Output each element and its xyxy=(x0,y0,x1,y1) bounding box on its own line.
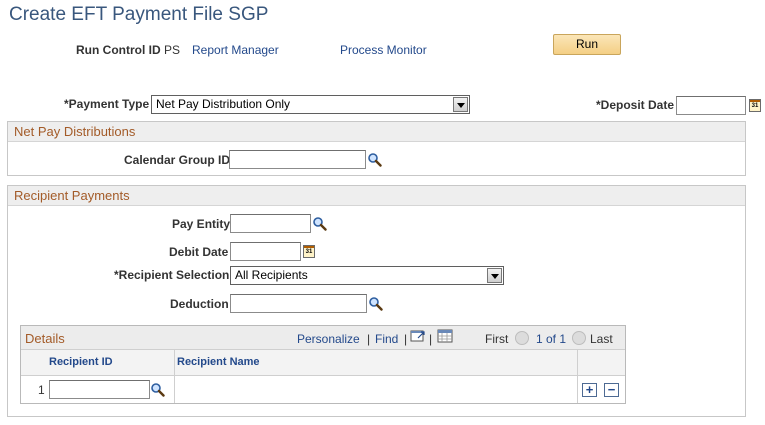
payment-type-label: *Payment Type xyxy=(64,97,150,111)
column-divider xyxy=(174,350,175,376)
column-divider xyxy=(577,376,578,403)
run-control-value: PS xyxy=(164,43,181,57)
deduction-label: Deduction xyxy=(170,297,229,311)
details-grid-header: Details Personalize | Find | | First 1 o… xyxy=(21,326,625,350)
deposit-date-field[interactable] xyxy=(676,96,746,115)
chevron-down-icon[interactable] xyxy=(453,97,468,112)
personalize-link[interactable]: Personalize xyxy=(297,332,360,346)
recipient-selection-value: All Recipients xyxy=(235,268,308,282)
previous-icon[interactable] xyxy=(515,331,529,345)
column-recipient-id[interactable]: Recipient ID xyxy=(49,356,113,368)
separator: | xyxy=(367,332,371,346)
calendar-group-label: Calendar Group ID xyxy=(124,153,231,167)
search-icon[interactable] xyxy=(367,152,382,167)
chevron-down-icon[interactable] xyxy=(487,268,502,283)
details-title: Details xyxy=(25,331,65,346)
first-label: First xyxy=(485,332,509,346)
column-recipient-name[interactable]: Recipient Name xyxy=(177,356,260,368)
delete-row-button[interactable]: − xyxy=(604,383,619,397)
recipient-id-field[interactable] xyxy=(49,380,150,399)
payment-type-select[interactable]: Net Pay Distribution Only xyxy=(151,95,470,114)
row-number: 1 xyxy=(38,383,45,397)
debit-date-field[interactable] xyxy=(230,242,301,261)
payment-type-value: Net Pay Distribution Only xyxy=(156,97,291,111)
grid-download-icon[interactable] xyxy=(437,329,453,343)
column-divider xyxy=(577,350,578,376)
details-grid: Details Personalize | Find | | First 1 o… xyxy=(20,325,626,404)
page-title: Create EFT Payment File SGP xyxy=(9,4,269,25)
deduction-field[interactable] xyxy=(230,294,367,313)
recipient-selection-label: *Recipient Selection xyxy=(114,268,230,282)
next-icon[interactable] xyxy=(572,331,586,345)
recipient-selection-select[interactable]: All Recipients xyxy=(230,266,504,285)
calendar-icon[interactable]: 31 xyxy=(303,245,315,258)
find-link[interactable]: Find xyxy=(375,332,398,346)
search-icon[interactable] xyxy=(312,216,327,231)
view-all-icon[interactable] xyxy=(410,329,426,343)
separator: | xyxy=(404,332,408,346)
calendar-icon[interactable]: 31 xyxy=(749,99,761,112)
recipient-header: Recipient Payments xyxy=(8,186,745,206)
debit-date-label: Debit Date xyxy=(169,245,229,259)
search-icon[interactable] xyxy=(150,382,165,397)
column-divider xyxy=(174,376,175,403)
last-label: Last xyxy=(590,332,613,346)
search-icon[interactable] xyxy=(368,296,383,311)
details-column-headers: Recipient ID Recipient Name xyxy=(21,350,625,376)
add-row-button[interactable]: + xyxy=(582,383,597,397)
row-range: 1 of 1 xyxy=(536,332,567,346)
pay-entity-field[interactable] xyxy=(230,214,311,233)
calendar-group-field[interactable] xyxy=(229,150,366,169)
net-pay-section: Net Pay Distributions xyxy=(7,121,746,176)
net-pay-header: Net Pay Distributions xyxy=(8,122,745,142)
deposit-date-label: *Deposit Date xyxy=(596,98,675,112)
separator: | xyxy=(429,332,433,346)
table-row: 1 + − xyxy=(21,376,625,403)
pay-entity-label: Pay Entity xyxy=(172,217,231,231)
run-button[interactable]: Run xyxy=(553,34,621,55)
report-manager-link[interactable]: Report Manager xyxy=(192,43,279,57)
process-monitor-link[interactable]: Process Monitor xyxy=(340,43,427,57)
run-control-label: Run Control ID xyxy=(76,43,161,57)
